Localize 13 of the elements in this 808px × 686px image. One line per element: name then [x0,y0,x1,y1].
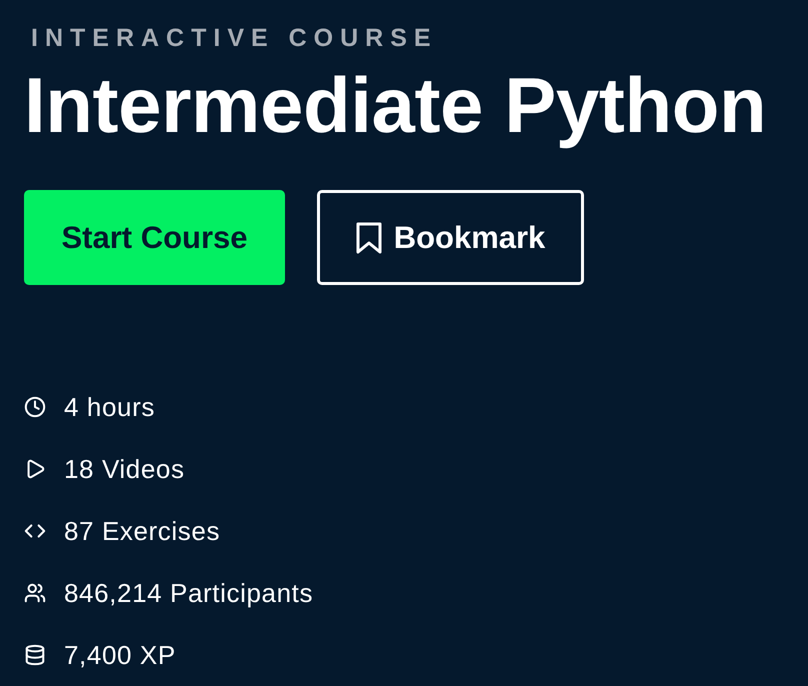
course-stat-text: 846,214 Participants [64,577,314,610]
course-stat-text: 87 Exercises [64,515,220,548]
start-course-button[interactable]: Start Course [24,190,285,285]
database-icon [24,644,46,666]
users-icon [24,582,46,604]
course-stat-text: 4 hours [64,391,155,424]
bookmark-button[interactable]: Bookmark [317,190,584,285]
bookmark-icon [356,222,382,254]
course-stat-text: 18 Videos [64,453,185,486]
course-type-label: INTERACTIVE COURSE [30,24,438,52]
course-title: Intermediate Python [24,60,766,150]
clock-icon [24,396,46,418]
course-stat-text: 7,400 XP [64,639,176,672]
